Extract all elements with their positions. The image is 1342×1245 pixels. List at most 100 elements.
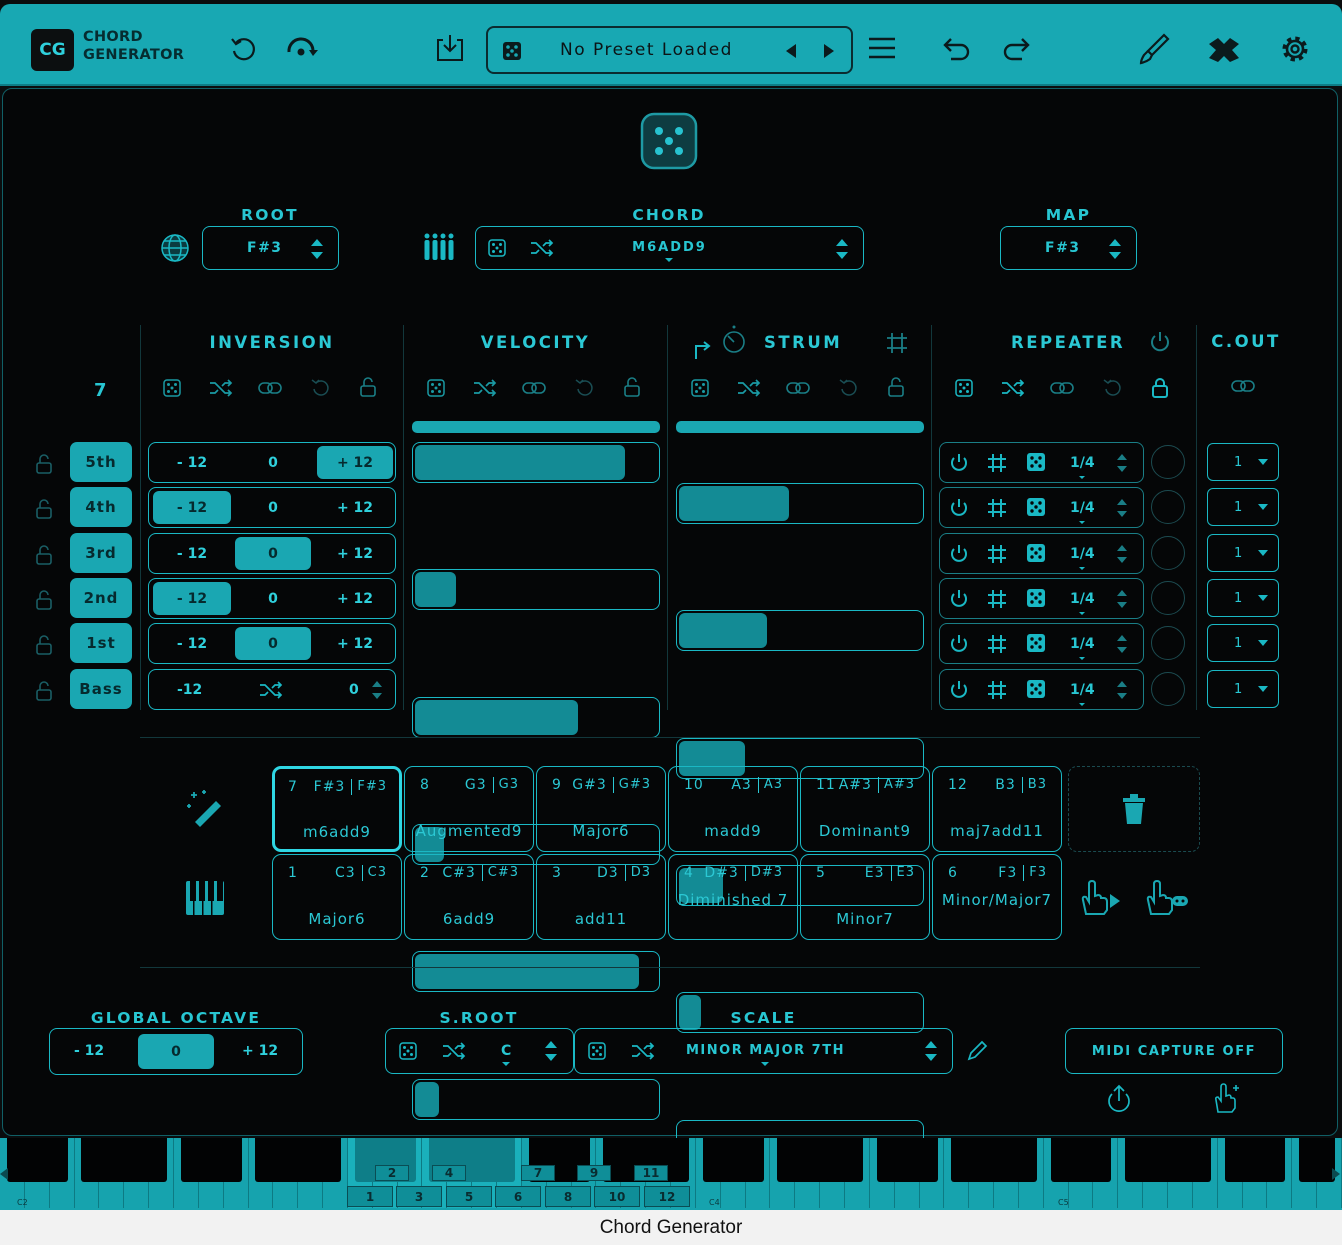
scale-shuffle-icon[interactable] bbox=[631, 1042, 655, 1060]
play-gesture-icon[interactable] bbox=[1080, 880, 1124, 916]
cout-select[interactable]: 1 bbox=[1207, 534, 1279, 572]
repeater-row-dice-icon[interactable] bbox=[1027, 589, 1045, 607]
delete-drop-zone[interactable] bbox=[1068, 766, 1200, 852]
chord-pad[interactable]: 10 A3 A3 madd9 bbox=[668, 766, 798, 852]
repeater-row-grid-icon[interactable] bbox=[987, 589, 1007, 609]
voice-note-button[interactable]: 5th bbox=[70, 442, 132, 482]
next-preset-icon[interactable] bbox=[822, 43, 836, 59]
octave-up[interactable]: + 12 bbox=[242, 1043, 278, 1059]
map-stepper-icon[interactable] bbox=[1107, 236, 1123, 262]
black-key[interactable] bbox=[131, 1138, 168, 1182]
repeater-indicator[interactable] bbox=[1151, 626, 1185, 660]
repeater-control[interactable]: 1/4 bbox=[939, 487, 1144, 528]
preset-selector[interactable]: No Preset Loaded bbox=[486, 26, 853, 74]
repeater-control[interactable]: 1/4 bbox=[939, 533, 1144, 574]
chord-pad[interactable]: 2 C#3 C#3 6add9 bbox=[404, 854, 534, 940]
repeater-row-dice-icon[interactable] bbox=[1027, 634, 1045, 652]
voice-note-button[interactable]: 4th bbox=[70, 487, 132, 527]
voice-lock-icon[interactable] bbox=[35, 545, 53, 565]
cout-select[interactable]: 1 bbox=[1207, 443, 1279, 481]
repeater-indicator[interactable] bbox=[1151, 672, 1185, 706]
strum-time-icon[interactable] bbox=[722, 322, 746, 354]
menu-icon[interactable] bbox=[867, 35, 897, 61]
voice-note-button[interactable]: 1st bbox=[70, 623, 132, 663]
inversion-low[interactable]: - 12 bbox=[153, 582, 231, 615]
velocity-bar[interactable] bbox=[412, 1079, 660, 1120]
repeater-link-icon[interactable] bbox=[1050, 380, 1074, 396]
cout-select[interactable]: 1 bbox=[1207, 579, 1279, 617]
repeater-row-grid-icon[interactable] bbox=[987, 680, 1007, 700]
global-octave-control[interactable]: - 12 0 + 12 bbox=[49, 1028, 303, 1075]
scale-stepper-icon[interactable] bbox=[923, 1038, 939, 1064]
black-key[interactable] bbox=[901, 1138, 938, 1182]
repeater-control[interactable]: 1/4 bbox=[939, 623, 1144, 664]
repeater-lock-icon[interactable] bbox=[1151, 377, 1169, 399]
pencil-icon[interactable] bbox=[965, 1039, 989, 1063]
black-key[interactable] bbox=[205, 1138, 242, 1182]
inversion-low[interactable]: - 12 bbox=[153, 491, 231, 524]
black-key[interactable] bbox=[826, 1138, 863, 1182]
inversion-dice-icon[interactable] bbox=[163, 379, 181, 397]
repeater-reset-icon[interactable] bbox=[1102, 378, 1122, 398]
chord-pad[interactable]: 8 G3 G3 Augmented9 bbox=[404, 766, 534, 852]
velocity-bar[interactable] bbox=[412, 569, 660, 610]
black-key[interactable] bbox=[1299, 1138, 1336, 1182]
undo-icon[interactable] bbox=[941, 35, 973, 63]
chord-pad[interactable]: 6 F3 F3 Minor/Major7 bbox=[932, 854, 1062, 940]
inversion-control[interactable]: -12 0 bbox=[148, 669, 396, 710]
repeater-indicator[interactable] bbox=[1151, 536, 1185, 570]
inversion-mid[interactable]: 0 bbox=[235, 627, 311, 660]
inversion-mid[interactable]: 0 bbox=[235, 446, 311, 479]
velocity-link-icon[interactable] bbox=[522, 380, 546, 396]
voice-note-button[interactable]: Bass bbox=[70, 669, 132, 709]
scale-dice-icon[interactable] bbox=[588, 1042, 606, 1060]
black-key[interactable] bbox=[305, 1138, 342, 1182]
inversion-control[interactable]: - 12 0 + 12 bbox=[148, 533, 396, 574]
cout-caret-icon[interactable] bbox=[1257, 685, 1269, 693]
strum-shuffle-icon[interactable] bbox=[737, 379, 761, 397]
sroot-shuffle-icon[interactable] bbox=[442, 1042, 466, 1060]
velocity-bar[interactable] bbox=[412, 442, 660, 483]
strum-master-bar[interactable] bbox=[676, 421, 924, 433]
repeater-control[interactable]: 1/4 bbox=[939, 442, 1144, 483]
bass-stepper-icon[interactable] bbox=[370, 678, 384, 702]
inversion-high[interactable]: + 12 bbox=[317, 491, 393, 524]
repeater-indicator[interactable] bbox=[1151, 581, 1185, 615]
piano-icon[interactable] bbox=[185, 880, 225, 916]
chord-pad[interactable]: 1 C3 C3 Major6 bbox=[272, 854, 402, 940]
repeater-stepper-icon[interactable] bbox=[1115, 496, 1129, 520]
cout-select[interactable]: 1 bbox=[1207, 670, 1279, 708]
repeater-row-power-icon[interactable] bbox=[949, 679, 969, 701]
strum-dice-icon[interactable] bbox=[691, 379, 709, 397]
cout-caret-icon[interactable] bbox=[1257, 594, 1269, 602]
repeater-indicator[interactable] bbox=[1151, 445, 1185, 479]
repeater-row-power-icon[interactable] bbox=[949, 633, 969, 655]
repeater-row-dice-icon[interactable] bbox=[1027, 680, 1045, 698]
repeater-control[interactable]: 1/4 bbox=[939, 669, 1144, 710]
voice-lock-icon[interactable] bbox=[35, 681, 53, 701]
chord-stepper-icon[interactable] bbox=[834, 236, 850, 262]
inversion-high[interactable]: + 12 bbox=[317, 537, 393, 570]
randomize-all-icon[interactable] bbox=[640, 112, 698, 170]
bass-shuffle-icon[interactable] bbox=[259, 681, 283, 699]
sroot-dice-icon[interactable] bbox=[399, 1042, 417, 1060]
voice-lock-icon[interactable] bbox=[35, 635, 53, 655]
black-key[interactable] bbox=[1249, 1138, 1286, 1182]
voice-lock-icon[interactable] bbox=[35, 499, 53, 519]
repeater-row-power-icon[interactable] bbox=[949, 452, 969, 474]
inversion-lock-icon[interactable] bbox=[359, 377, 377, 397]
voice-note-button[interactable]: 3rd bbox=[70, 533, 132, 573]
scroll-right-icon[interactable] bbox=[1332, 1168, 1340, 1180]
velocity-bar[interactable] bbox=[412, 697, 660, 738]
repeater-row-dice-icon[interactable] bbox=[1027, 453, 1045, 471]
inversion-reset-icon[interactable] bbox=[310, 378, 330, 398]
repeater-control[interactable]: 1/4 bbox=[939, 578, 1144, 619]
chord-pad[interactable]: 9 G#3 G#3 Major6 bbox=[536, 766, 666, 852]
inversion-control[interactable]: - 12 0 + 12 bbox=[148, 442, 396, 483]
chord-select[interactable]: M6ADD9 bbox=[475, 226, 864, 270]
brand-icon[interactable] bbox=[1206, 34, 1242, 64]
chord-pad[interactable]: 7 F#3 F#3 m6add9 bbox=[272, 766, 402, 852]
velocity-lock-icon[interactable] bbox=[623, 377, 641, 397]
inversion-mid[interactable]: 0 bbox=[235, 491, 311, 524]
black-key[interactable] bbox=[1000, 1138, 1037, 1182]
